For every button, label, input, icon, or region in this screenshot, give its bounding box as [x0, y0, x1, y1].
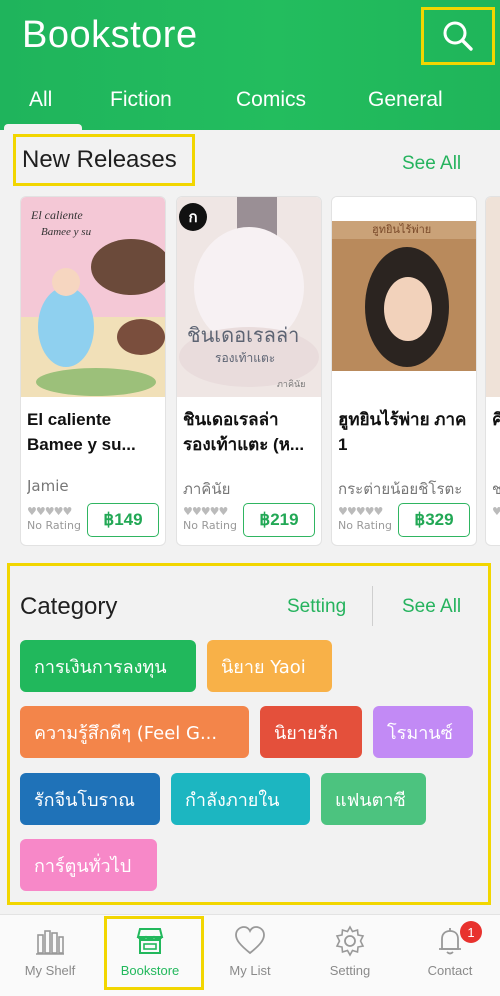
category-title: Category	[20, 593, 118, 620]
book-card[interactable]: El caliente Bamee y su El caliente Bamee…	[20, 196, 166, 546]
category-chip-yaoi[interactable]: นิยาย Yaoi	[207, 640, 332, 692]
book-author: ช	[492, 477, 500, 501]
store-icon	[136, 928, 164, 954]
book-card[interactable]: ชินเดอเรลล่า รองเท้าแตะ ภาคินัย ก ชินเดอ…	[176, 196, 322, 546]
book-author: กระต่ายน้อยชิโรตะ	[338, 480, 463, 498]
publisher-badge-icon: ก	[179, 203, 207, 231]
category-chip-martial-arts[interactable]: กำลังภายใน	[171, 773, 310, 825]
active-tab-indicator	[4, 124, 82, 130]
book-title: El caliente Bamee y su...	[27, 410, 136, 454]
nav-label: My List	[229, 963, 271, 978]
bottom-nav: My Shelf Bookstore My List Setting 1 Con…	[0, 914, 500, 996]
app-title: Bookstore	[22, 14, 198, 56]
notification-badge: 1	[460, 921, 482, 943]
rating-text: No Rating	[183, 519, 237, 532]
nav-label: Setting	[329, 963, 371, 978]
book-card[interactable]: ฮูทยินไร้พ่าย ฮูทยินไร้พ่าย ภาค 1 กระต่า…	[331, 196, 477, 546]
category-chip-romance[interactable]: โรมานซ์	[373, 706, 473, 758]
nav-contact[interactable]: 1 Contact	[400, 915, 500, 996]
new-releases-header: New Releases	[13, 134, 195, 186]
category-chip-feel-good[interactable]: ความรู้สึกดีๆ (Feel G...	[20, 706, 249, 758]
svg-text:ชินเดอเรลล่า: ชินเดอเรลล่า	[187, 323, 299, 347]
category-setting-link[interactable]: Setting	[287, 596, 346, 618]
header-bar: Bookstore All Fiction Comics General	[0, 0, 500, 130]
nav-my-shelf[interactable]: My Shelf	[0, 915, 100, 996]
tab-all[interactable]: All	[29, 88, 52, 112]
tab-bar: All Fiction Comics General	[0, 76, 500, 130]
rating-stars: ♥♥♥♥♥	[492, 505, 500, 518]
book-card[interactable]: คิ ช ♥♥♥♥♥	[485, 196, 500, 546]
svg-text:ภาคินัย: ภาคินัย	[277, 379, 305, 390]
book-author: ภาคินัย	[183, 480, 231, 498]
category-chip-finance[interactable]: การเงินการลงทุน	[20, 640, 196, 692]
rating-text: No Rating	[27, 519, 81, 532]
category-chip-romance-novel[interactable]: นิยายรัก	[260, 706, 362, 758]
book-title: ชินเดอเรลล่า รองเท้าแตะ (ห...	[183, 410, 305, 454]
shelf-icon	[36, 930, 64, 955]
tab-comics[interactable]: Comics	[236, 88, 306, 112]
rating-stars: ♥♥♥♥♥	[183, 505, 228, 518]
heart-icon	[235, 926, 265, 955]
book-title: ฮูทยินไร้พ่าย ภาค 1	[338, 410, 467, 454]
book-cover	[486, 197, 500, 397]
nav-bookstore[interactable]: Bookstore	[100, 915, 200, 996]
book-title: คิ	[492, 407, 500, 432]
search-icon	[443, 21, 473, 51]
price-button[interactable]: ฿329	[398, 503, 470, 537]
book-cover: ฮูทยินไร้พ่าย	[332, 197, 476, 397]
price-button[interactable]: ฿219	[243, 503, 315, 537]
nav-label: Bookstore	[120, 963, 180, 978]
rating-stars: ♥♥♥♥♥	[338, 505, 383, 518]
svg-text:รองเท้าแตะ: รองเท้าแตะ	[215, 351, 275, 365]
nav-label: My Shelf	[24, 963, 76, 978]
category-chip-comics[interactable]: การ์ตูนทั่วไป	[20, 839, 157, 891]
category-divider	[372, 586, 373, 626]
category-chip-chinese-romance[interactable]: รักจีนโบราณ	[20, 773, 160, 825]
new-releases-carousel[interactable]: El caliente Bamee y su El caliente Bamee…	[0, 196, 500, 548]
tab-fiction[interactable]: Fiction	[110, 88, 172, 112]
search-button[interactable]	[421, 7, 495, 65]
category-see-all[interactable]: See All	[402, 596, 461, 618]
nav-label: Contact	[427, 963, 473, 978]
new-releases-title: New Releases	[22, 146, 177, 173]
svg-text:El caliente: El caliente	[30, 208, 83, 222]
new-releases-see-all[interactable]: See All	[402, 153, 461, 175]
book-cover: ชินเดอเรลล่า รองเท้าแตะ ภาคินัย ก	[177, 197, 321, 397]
svg-text:ฮูทยินไร้พ่าย: ฮูทยินไร้พ่าย	[372, 223, 431, 236]
price-button[interactable]: ฿149	[87, 503, 159, 537]
tab-general[interactable]: General	[368, 88, 443, 112]
nav-setting[interactable]: Setting	[300, 915, 400, 996]
rating-stars: ♥♥♥♥♥	[27, 505, 72, 518]
category-chip-fantasy[interactable]: แฟนตาซี	[321, 773, 426, 825]
nav-my-list[interactable]: My List	[200, 915, 300, 996]
rating-text: No Rating	[338, 519, 392, 532]
svg-text:Bamee y su: Bamee y su	[41, 226, 92, 238]
gear-icon	[335, 925, 365, 957]
book-author: Jamie	[27, 477, 69, 495]
book-cover: El caliente Bamee y su	[21, 197, 165, 397]
